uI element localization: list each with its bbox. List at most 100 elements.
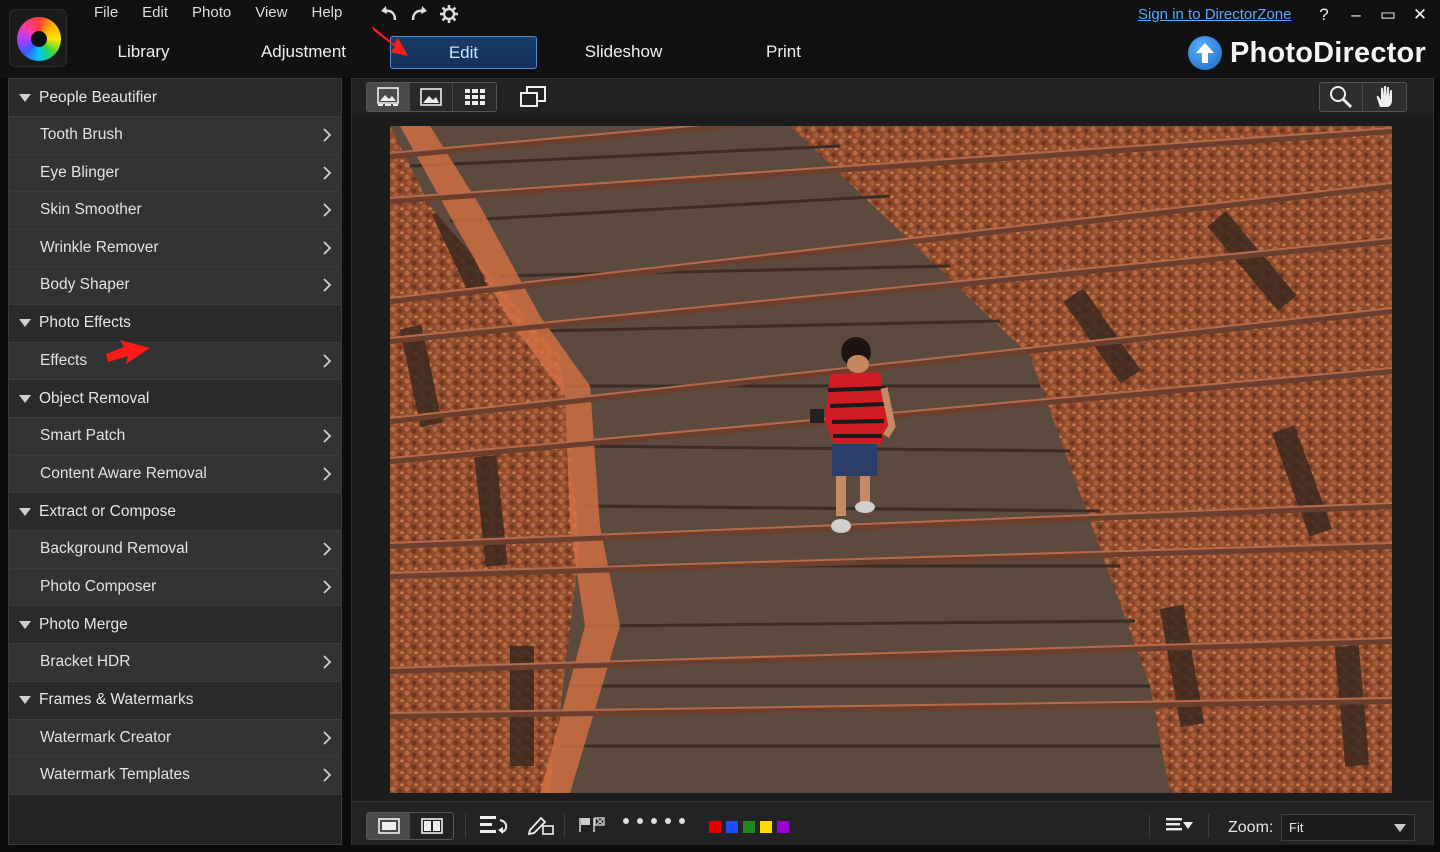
hand-button[interactable]	[1363, 83, 1406, 111]
section-people-beautifier[interactable]: People Beautifier	[9, 79, 341, 117]
section-title: Object Removal	[39, 389, 150, 407]
tab-library[interactable]: Library	[70, 36, 217, 69]
annotation-arrow-icon	[372, 26, 408, 56]
tab-print[interactable]: Print	[710, 36, 857, 69]
flag-button[interactable]	[578, 816, 608, 839]
section-photo-merge[interactable]: Photo Merge	[9, 606, 341, 644]
color-label-yellow[interactable]	[760, 821, 772, 833]
menu-photo[interactable]: Photo	[180, 4, 243, 22]
help-button[interactable]: ?	[1312, 4, 1336, 26]
divider	[1208, 814, 1209, 838]
tool-watermark-creator[interactable]: Watermark Creator	[9, 719, 341, 757]
layout-group	[366, 812, 454, 840]
menu-file[interactable]: File	[82, 4, 130, 22]
aperture-logo-icon	[17, 17, 61, 61]
tool-label: Content Aware Removal	[40, 464, 207, 482]
photo-canvas[interactable]	[352, 115, 1433, 801]
section-photo-effects[interactable]: Photo Effects	[9, 304, 341, 343]
close-button[interactable]: ✕	[1408, 4, 1432, 26]
tab-slideshow[interactable]: Slideshow	[550, 36, 697, 69]
color-label-red[interactable]	[709, 821, 721, 833]
collapse-triangle-icon	[19, 507, 31, 516]
chevron-right-icon	[323, 278, 332, 292]
divider	[465, 814, 466, 838]
chevron-right-icon	[323, 542, 332, 556]
info-panel-button[interactable]	[1164, 816, 1194, 839]
menu-edit[interactable]: Edit	[130, 4, 180, 22]
tool-label: Photo Composer	[40, 577, 157, 595]
flag-icon	[579, 817, 605, 832]
tool-photo-composer[interactable]: Photo Composer	[9, 568, 341, 606]
chevron-right-icon	[323, 354, 332, 368]
pencil-icon	[527, 816, 554, 836]
tool-skin-smoother[interactable]: Skin Smoother	[9, 192, 341, 230]
tool-bracket-hdr[interactable]: Bracket HDR	[9, 644, 341, 682]
tool-label: Wrinkle Remover	[40, 238, 159, 256]
rating-dot-icon[interactable]	[637, 818, 643, 824]
collapse-triangle-icon	[19, 620, 31, 629]
tool-eye-blinger[interactable]: Eye Blinger	[9, 154, 341, 192]
collapse-triangle-icon	[19, 394, 31, 403]
section-object-removal[interactable]: Object Removal	[9, 380, 341, 418]
chevron-down-icon	[1394, 824, 1406, 832]
edited-photo[interactable]	[390, 126, 1392, 793]
zoom-select[interactable]: Fit	[1281, 814, 1415, 841]
annotation-arrow-icon	[106, 340, 150, 364]
settings-gear-icon[interactable]	[438, 3, 460, 25]
section-title: Photo Effects	[39, 314, 131, 331]
tab-edit[interactable]: Edit	[390, 36, 537, 69]
rating-dot-icon[interactable]	[679, 818, 685, 824]
chevron-right-icon	[323, 768, 332, 782]
compare-button[interactable]	[518, 85, 548, 114]
editor-area: Zoom: Fit	[351, 78, 1434, 845]
chevron-right-icon	[323, 429, 332, 443]
divider	[564, 814, 565, 838]
chevron-right-icon	[323, 128, 332, 142]
tool-wrinkle-remover[interactable]: Wrinkle Remover	[9, 229, 341, 267]
tool-tooth-brush[interactable]: Tooth Brush	[9, 117, 341, 155]
rating-dot-icon[interactable]	[623, 818, 629, 824]
tool-background-removal[interactable]: Background Removal	[9, 531, 341, 569]
section-frames-watermarks[interactable]: Frames & Watermarks	[9, 681, 341, 720]
menu-bar: File Edit Photo View Help	[82, 4, 354, 22]
tab-adjustment[interactable]: Adjustment	[230, 36, 377, 69]
color-label-blue[interactable]	[726, 821, 738, 833]
tool-content-aware-removal[interactable]: Content Aware Removal	[9, 455, 341, 493]
maximize-button[interactable]: ▭	[1376, 4, 1400, 26]
grid-view-button[interactable]	[453, 83, 496, 111]
magnifier-button[interactable]	[1320, 83, 1363, 111]
chevron-right-icon	[323, 166, 332, 180]
side-by-side-layout-button[interactable]	[410, 813, 453, 839]
single-layout-icon	[377, 818, 400, 834]
tool-effects[interactable]: Effects	[9, 342, 341, 380]
section-title: Frames & Watermarks	[39, 691, 194, 708]
color-label-purple[interactable]	[777, 821, 789, 833]
upload-arrow-icon	[1188, 36, 1222, 70]
color-labels	[709, 821, 789, 833]
color-label-green[interactable]	[743, 821, 755, 833]
tool-label: Smart Patch	[40, 427, 126, 445]
edit-tools-panel: People Beautifier Tooth Brush Eye Blinge…	[8, 78, 342, 845]
minimize-button[interactable]: –	[1344, 4, 1368, 26]
section-extract-or-compose[interactable]: Extract or Compose	[9, 493, 341, 531]
sort-button[interactable]	[478, 814, 510, 841]
chevron-right-icon	[323, 655, 332, 669]
single-layout-button[interactable]	[367, 813, 410, 839]
section-title: Photo Merge	[39, 615, 128, 633]
menu-help[interactable]: Help	[299, 4, 354, 22]
chevron-right-icon	[323, 241, 332, 255]
tool-smart-patch[interactable]: Smart Patch	[9, 418, 341, 456]
gallery-view-button[interactable]	[367, 83, 410, 111]
collapse-triangle-icon	[19, 93, 31, 102]
chevron-right-icon	[323, 731, 332, 745]
rating-dot-icon[interactable]	[665, 818, 671, 824]
edit-tag-button[interactable]	[527, 814, 555, 841]
tool-watermark-templates[interactable]: Watermark Templates	[9, 757, 341, 795]
single-view-button[interactable]	[410, 83, 453, 111]
signin-link[interactable]: Sign in to DirectorZone	[1138, 6, 1291, 23]
star-rating[interactable]	[623, 818, 685, 824]
rating-dot-icon[interactable]	[651, 818, 657, 824]
tool-label: Eye Blinger	[40, 163, 120, 181]
menu-view[interactable]: View	[243, 4, 299, 22]
tool-body-shaper[interactable]: Body Shaper	[9, 267, 341, 305]
